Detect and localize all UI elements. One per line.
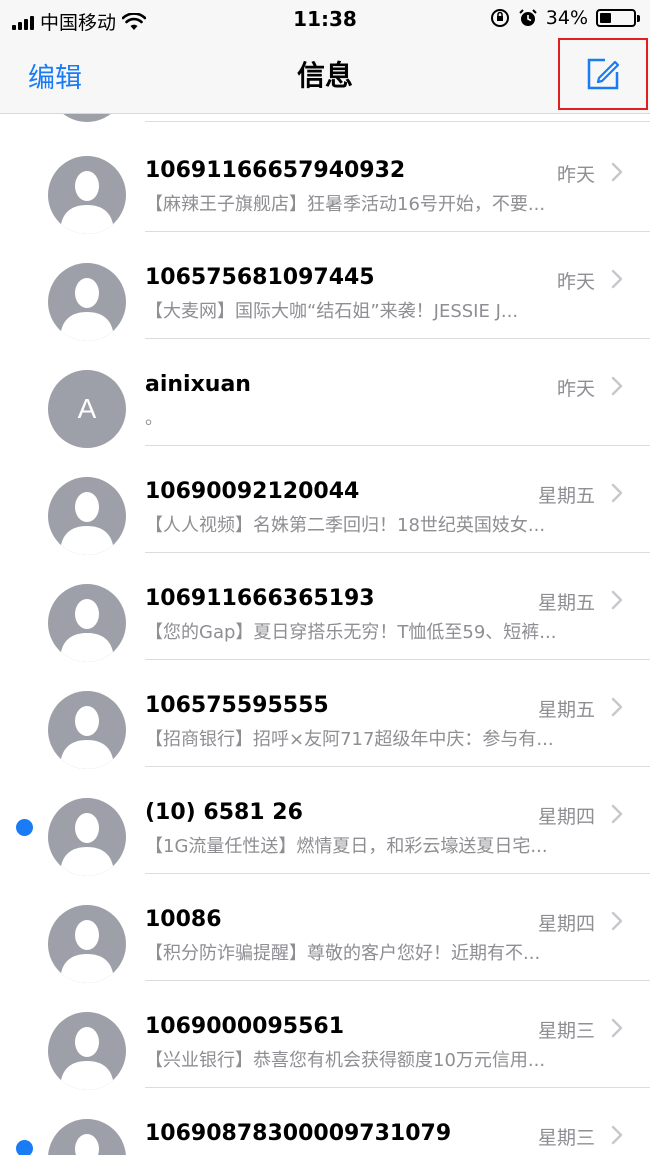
- message-preview: 【招商银行】招呼×友阿717超级年中庆：参与有...: [145, 729, 554, 750]
- message-preview: 【人人视频】名姝第二季回归！18世纪英国妓女...: [145, 515, 546, 536]
- message-row[interactable]: 10086 星期四【积分防诈骗提醒】尊敬的客户您好！近期有不...: [0, 874, 650, 983]
- sender-name: ainixuan: [145, 372, 251, 397]
- sender-name: 1069000095561: [145, 1014, 344, 1039]
- avatar-letter: A: [48, 370, 126, 448]
- person-avatar-icon: [48, 1119, 126, 1155]
- message-row[interactable]: 10690878300009731079星期三【网易】恭喜您获得严选新客盛夏清凉…: [0, 1088, 650, 1155]
- message-time: 星期三: [537, 1020, 595, 1042]
- message-preview: 【积分防诈骗提醒】尊敬的客户您好！近期有不...: [145, 943, 541, 964]
- message-time: 星期五: [537, 485, 595, 507]
- message-row[interactable]: Aainixuan 昨天。: [0, 339, 650, 448]
- person-avatar-icon: [48, 477, 126, 555]
- message-preview: 【1G流量任性送】燃情夏日，和彩云壕送夏日宅...: [145, 836, 548, 857]
- person-avatar-icon: [48, 263, 126, 341]
- status-bar: 中国移动 11:38 34%: [0, 0, 650, 38]
- chevron-right-icon: [606, 1017, 628, 1039]
- chevron-right-icon: [606, 268, 628, 290]
- unread-indicator: [16, 1140, 33, 1155]
- message-time: 星期四: [537, 913, 595, 935]
- alarm-icon: [519, 9, 537, 26]
- sender-name: 10690878300009731079: [145, 1121, 452, 1146]
- message-time: 昨天: [556, 378, 595, 400]
- message-list[interactable]: 10691166657940932 昨天 【麻辣王子旗舰店】狂暑季活动16号开始，不…: [0, 114, 650, 1155]
- person-avatar-icon: [48, 798, 126, 876]
- message-time: 昨天: [556, 164, 595, 186]
- compose-button[interactable]: [558, 38, 648, 110]
- status-right: 34%: [490, 7, 640, 29]
- avatar: [48, 114, 126, 122]
- message-time: 昨天: [556, 271, 595, 293]
- message-preview: 【大麦网】国际大咖“结石姐”来袭！JESSIE J...: [145, 301, 519, 322]
- chevron-right-icon: [606, 161, 628, 183]
- person-avatar-icon: [48, 691, 126, 769]
- message-row[interactable]: 106575595555 星期五【招商银行】招呼×友阿717超级年中庆：参与有..…: [0, 660, 650, 769]
- chevron-right-icon: [606, 910, 628, 932]
- sender-name: 106911666365193: [145, 586, 375, 611]
- sender-name: 106575681097445: [145, 265, 375, 290]
- chevron-right-icon: [606, 696, 628, 718]
- chevron-right-icon: [606, 482, 628, 504]
- nav-bar: 编辑 信息: [0, 38, 650, 114]
- sender-name: 10691166657940932: [145, 158, 406, 183]
- message-row[interactable]: 1069000095561 星期三【兴业银行】恭喜您有机会获得额度10万元信用..…: [0, 981, 650, 1090]
- message-time: 星期三: [537, 1127, 595, 1149]
- message-time: 星期五: [537, 592, 595, 614]
- message-row[interactable]: 106911666365193 星期五【您的Gap】夏日穿搭乐无穷！T恤低至59、…: [0, 553, 650, 662]
- message-row[interactable]: 10691166657940932 昨天 【麻辣王子旗舰店】狂暑季活动16号开始，不…: [0, 125, 650, 234]
- unread-indicator: [16, 819, 33, 836]
- message-row[interactable]: (10) 6581 26 星期四【1G流量任性送】燃情夏日，和彩云壕送夏日宅...: [0, 767, 650, 876]
- orientation-lock-icon: [490, 9, 509, 27]
- message-row[interactable]: 10690092120044 星期五【人人视频】名姝第二季回归！18世纪英国妓女.…: [0, 446, 650, 555]
- message-preview: 【您的Gap】夏日穿搭乐无穷！T恤低至59、短裤...: [145, 622, 557, 643]
- sender-name: 10690092120044: [145, 479, 360, 504]
- message-preview: 【兴业银行】恭喜您有机会获得额度10万元信用...: [145, 1050, 546, 1071]
- person-avatar-icon: [48, 584, 126, 662]
- compose-icon: [587, 58, 620, 90]
- message-time: 星期四: [537, 806, 595, 828]
- sender-name: (10) 6581 26: [145, 800, 303, 825]
- chevron-right-icon: [606, 1124, 628, 1146]
- message-preview: 【麻辣王子旗舰店】狂暑季活动16号开始，不要...: [145, 194, 546, 215]
- sender-name: 106575595555: [145, 693, 329, 718]
- battery-icon: [596, 9, 640, 27]
- divider: [145, 121, 650, 122]
- page-title: 信息: [296, 59, 353, 92]
- person-avatar-icon: [48, 156, 126, 234]
- chevron-right-icon: [606, 803, 628, 825]
- battery-percent: 34%: [545, 7, 588, 29]
- chevron-right-icon: [606, 375, 628, 397]
- chevron-right-icon: [606, 589, 628, 611]
- message-time: 星期五: [537, 699, 595, 721]
- sender-name: 10086: [145, 907, 222, 932]
- message-row[interactable]: 106575681097445 昨天【大麦网】国际大咖“结石姐”来袭！JESSIE…: [0, 232, 650, 341]
- person-avatar-icon: [48, 905, 126, 983]
- message-preview: 。: [145, 408, 163, 429]
- person-avatar-icon: [48, 1012, 126, 1090]
